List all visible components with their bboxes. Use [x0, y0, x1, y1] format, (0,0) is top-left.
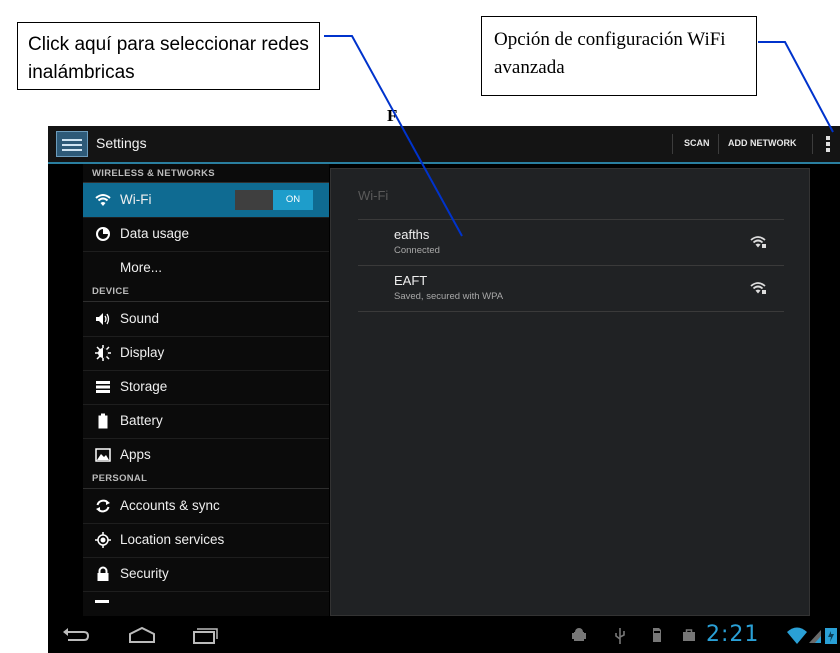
leader-line-advanced	[758, 41, 834, 133]
leader-line-networks	[324, 35, 463, 237]
annotation-leader-lines	[324, 35, 834, 237]
